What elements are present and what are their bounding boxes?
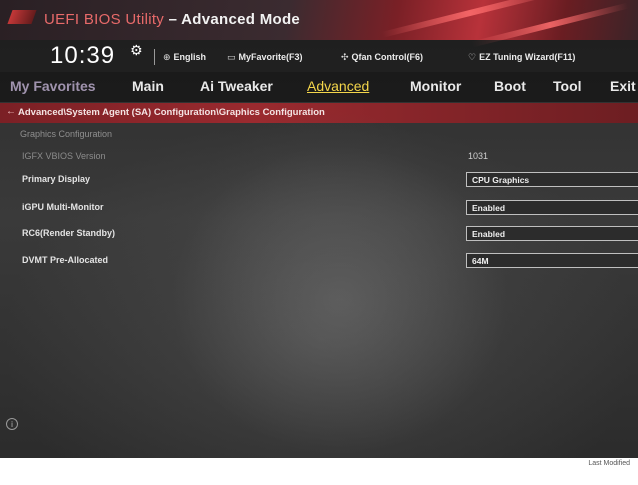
favorite-icon: ▭ [227,52,236,62]
breadcrumb-bar: ← Advanced\System Agent (SA) Configurati… [0,103,638,123]
tab-boot[interactable]: Boot [494,78,526,94]
my-favorite-label: MyFavorite(F3) [238,52,303,62]
divider [154,49,155,65]
dvmt-pre-allocated-value: 64M [472,256,489,266]
primary-display-value: CPU Graphics [472,175,530,185]
tab-main[interactable]: Main [132,78,164,94]
window-title-prefix: UEFI BIOS Utility [44,11,165,28]
setting-label-dvmt-pre-allocated: DVMT Pre-Allocated [22,255,109,265]
globe-icon: ⊕ [163,52,171,62]
my-favorite-button[interactable]: ▭ MyFavorite(F3) [227,52,303,63]
settings-panel: Graphics Configuration IGFX VBIOS Versio… [0,124,638,424]
status-bar: 10:39 ⚙ ⊕ English ▭ MyFavorite(F3) ✣ Qfan C… [0,40,638,72]
tab-tool[interactable]: Tool [553,78,582,94]
language-button[interactable]: ⊕ English [163,52,206,63]
last-modified-label[interactable]: Last Modified [588,460,630,467]
bios-screen: UEFI BIOS Utility – Advanced Mode 10:39 … [0,0,638,485]
primary-display-select[interactable]: CPU Graphics [466,172,638,187]
title-bar: UEFI BIOS Utility – Advanced Mode [0,0,638,48]
qfan-control-button[interactable]: ✣ Qfan Control(F6) [341,52,423,63]
tab-advanced[interactable]: Advanced [307,78,369,94]
section-header: Graphics Configuration [20,129,113,139]
breadcrumb: Advanced\System Agent (SA) Configuration… [18,107,325,118]
bulb-icon: ♡ [468,52,477,62]
rc6-render-standby-select[interactable]: Enabled [466,226,638,241]
ez-tuning-wizard-button[interactable]: ♡ EZ Tuning Wizard(F11) [468,52,575,63]
tab-ai-tweaker[interactable]: Ai Tweaker [200,78,273,94]
setting-label-rc6-render-standby: RC6(Render Standby) [22,228,116,238]
main-menu: My Favorites Main Ai Tweaker Advanced Mo… [0,72,638,102]
igpu-multi-monitor-select[interactable]: Enabled [466,200,638,215]
setting-label-primary-display: Primary Display [22,174,91,184]
tab-monitor[interactable]: Monitor [410,78,461,94]
tab-exit[interactable]: Exit [610,78,636,94]
rog-logo [7,10,37,24]
window-title-suffix: – Advanced Mode [164,11,301,28]
setting-label-igpu-multi-monitor: iGPU Multi-Monitor [22,202,104,212]
setting-value-igfx-vbios-version: 1031 [468,151,489,161]
language-label: English [173,52,207,62]
clock: 10:39 [50,42,116,69]
footer-bar: Last Modified [0,458,638,485]
qfan-control-label: Qfan Control(F6) [351,52,424,62]
setting-label-igfx-vbios-version: IGFX VBIOS Version [22,151,106,161]
gear-icon[interactable]: ⚙ [130,42,143,59]
rc6-render-standby-value: Enabled [472,229,506,239]
info-icon[interactable]: i [6,418,18,430]
back-arrow-icon[interactable]: ← [6,106,16,117]
igpu-multi-monitor-value: Enabled [472,203,506,213]
dvmt-pre-allocated-select[interactable]: 64M [466,253,638,268]
ez-tuning-wizard-label: EZ Tuning Wizard(F11) [479,52,576,62]
fan-icon: ✣ [341,52,349,62]
tab-my-favorites[interactable]: My Favorites [10,78,96,94]
window-title: UEFI BIOS Utility – Advanced Mode [44,11,300,28]
